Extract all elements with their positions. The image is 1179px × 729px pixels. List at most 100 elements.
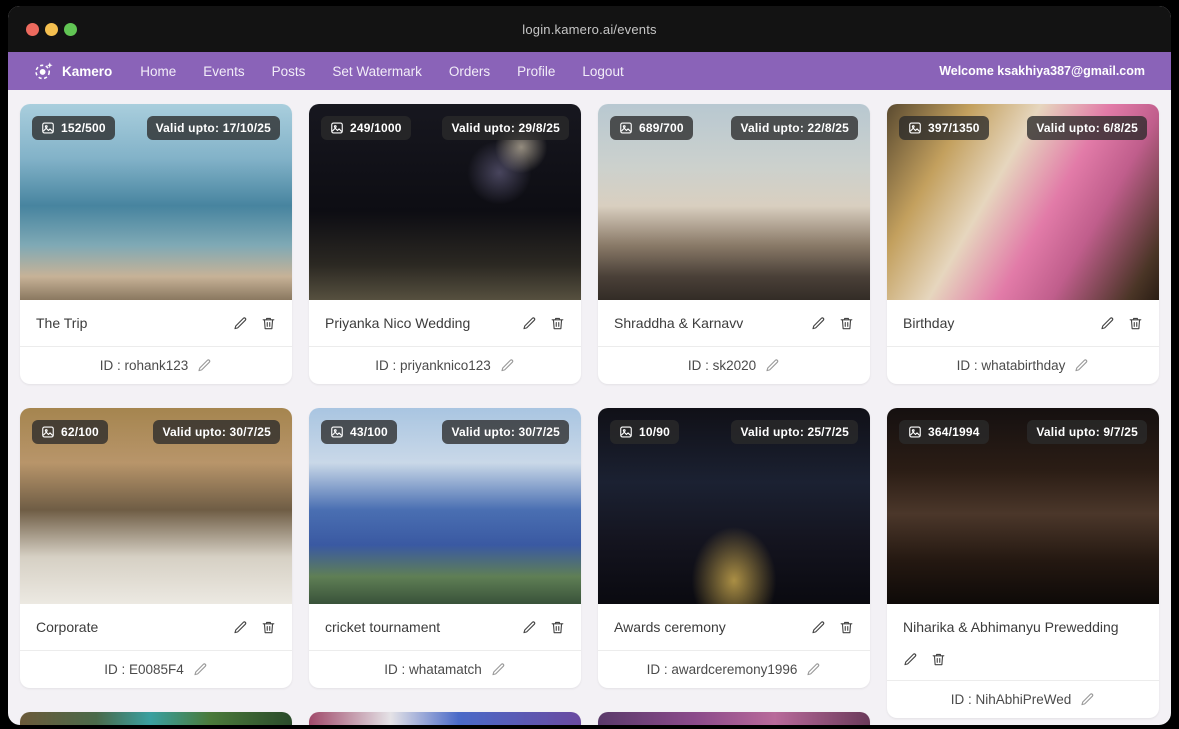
event-card-partial[interactable] — [20, 712, 292, 725]
event-cover-photo[interactable]: 152/500 Valid upto: 17/10/25 — [20, 104, 292, 300]
photo-count-badge: 689/700 — [610, 116, 693, 140]
event-cover-photo[interactable]: 397/1350 Valid upto: 6/8/25 — [887, 104, 1159, 300]
event-card: 397/1350 Valid upto: 6/8/25 Birthday ID … — [887, 104, 1159, 384]
photo-count-badge: 62/100 — [32, 420, 108, 444]
photo-count: 62/100 — [61, 425, 99, 439]
app-navbar: Kamero Home Events Posts Set Watermark O… — [8, 52, 1171, 90]
events-page: 152/500 Valid upto: 17/10/25 The Trip ID… — [8, 90, 1171, 725]
delete-event-button[interactable] — [931, 652, 946, 667]
photo-icon — [908, 425, 922, 439]
photo-count-badge: 397/1350 — [899, 116, 989, 140]
event-card-partial[interactable] — [309, 712, 581, 725]
photo-icon — [41, 121, 55, 135]
delete-event-button[interactable] — [550, 620, 565, 635]
edit-event-id-button[interactable] — [193, 662, 208, 677]
photo-icon — [41, 425, 55, 439]
edit-event-id-button[interactable] — [765, 358, 780, 373]
edit-event-button[interactable] — [903, 652, 918, 667]
edit-event-button[interactable] — [233, 316, 248, 331]
event-id-label: ID : NihAbhiPreWed — [951, 692, 1072, 707]
event-cover-photo[interactable]: 364/1994 Valid upto: 9/7/25 — [887, 408, 1159, 604]
edit-event-button[interactable] — [233, 620, 248, 635]
edit-event-button[interactable] — [811, 620, 826, 635]
event-title: Corporate — [36, 617, 98, 637]
photo-count-badge: 249/1000 — [321, 116, 411, 140]
delete-event-button[interactable] — [839, 620, 854, 635]
edit-event-id-button[interactable] — [1080, 692, 1095, 707]
event-card-partial[interactable] — [598, 712, 870, 725]
validity-badge: Valid upto: 9/7/25 — [1027, 420, 1147, 444]
photo-count: 364/1994 — [928, 425, 980, 439]
browser-titlebar: login.kamero.ai/events — [8, 6, 1171, 52]
nav-item-logout[interactable]: Logout — [582, 64, 623, 79]
event-card: 62/100 Valid upto: 30/7/25 Corporate ID … — [20, 408, 292, 688]
event-title: Birthday — [903, 313, 954, 333]
delete-event-button[interactable] — [1128, 316, 1143, 331]
edit-event-button[interactable] — [811, 316, 826, 331]
photo-count-badge: 152/500 — [32, 116, 115, 140]
event-card: 689/700 Valid upto: 22/8/25 Shraddha & K… — [598, 104, 870, 384]
edit-event-id-button[interactable] — [491, 662, 506, 677]
photo-icon — [908, 121, 922, 135]
brand-logo[interactable]: Kamero — [33, 60, 112, 82]
photo-icon — [330, 425, 344, 439]
event-cover-photo[interactable] — [309, 712, 581, 725]
nav-item-events[interactable]: Events — [203, 64, 244, 79]
validity-badge: Valid upto: 30/7/25 — [442, 420, 569, 444]
kamero-logo-icon — [33, 60, 55, 82]
welcome-user-label: Welcome ksakhiya387@gmail.com — [939, 64, 1145, 78]
photo-icon — [619, 425, 633, 439]
photo-count: 43/100 — [350, 425, 388, 439]
photo-count-badge: 364/1994 — [899, 420, 989, 444]
edit-event-id-button[interactable] — [197, 358, 212, 373]
brand-name: Kamero — [62, 64, 112, 79]
event-cover-photo[interactable]: 10/90 Valid upto: 25/7/25 — [598, 408, 870, 604]
edit-event-button[interactable] — [522, 316, 537, 331]
nav-item-posts[interactable]: Posts — [272, 64, 306, 79]
event-cover-photo[interactable]: 249/1000 Valid upto: 29/8/25 — [309, 104, 581, 300]
event-cover-photo[interactable] — [598, 712, 870, 725]
event-title: Priyanka Nico Wedding — [325, 313, 470, 333]
edit-event-button[interactable] — [1100, 316, 1115, 331]
delete-event-button[interactable] — [261, 620, 276, 635]
nav-item-set-watermark[interactable]: Set Watermark — [332, 64, 422, 79]
nav-item-home[interactable]: Home — [140, 64, 176, 79]
photo-count-badge: 10/90 — [610, 420, 679, 444]
edit-event-id-button[interactable] — [806, 662, 821, 677]
nav-menu: Home Events Posts Set Watermark Orders P… — [140, 64, 623, 79]
event-card: 152/500 Valid upto: 17/10/25 The Trip ID… — [20, 104, 292, 384]
event-id-label: ID : whatabirthday — [957, 358, 1066, 373]
photo-count-badge: 43/100 — [321, 420, 397, 444]
photo-icon — [330, 121, 344, 135]
address-bar[interactable]: login.kamero.ai/events — [8, 22, 1171, 37]
nav-item-profile[interactable]: Profile — [517, 64, 555, 79]
delete-event-button[interactable] — [550, 316, 565, 331]
photo-count: 10/90 — [639, 425, 670, 439]
edit-event-id-button[interactable] — [500, 358, 515, 373]
event-id-label: ID : priyanknico123 — [375, 358, 491, 373]
validity-badge: Valid upto: 25/7/25 — [731, 420, 858, 444]
event-id-label: ID : whatamatch — [384, 662, 482, 677]
event-cover-photo[interactable]: 43/100 Valid upto: 30/7/25 — [309, 408, 581, 604]
validity-badge: Valid upto: 22/8/25 — [731, 116, 858, 140]
event-title: Niharika & Abhimanyu Prewedding — [903, 617, 1143, 637]
edit-event-button[interactable] — [522, 620, 537, 635]
event-id-label: ID : sk2020 — [688, 358, 756, 373]
event-cover-photo[interactable]: 62/100 Valid upto: 30/7/25 — [20, 408, 292, 604]
validity-badge: Valid upto: 30/7/25 — [153, 420, 280, 444]
photo-count: 689/700 — [639, 121, 684, 135]
event-card: 10/90 Valid upto: 25/7/25 Awards ceremon… — [598, 408, 870, 688]
nav-item-orders[interactable]: Orders — [449, 64, 490, 79]
event-cover-photo[interactable]: 689/700 Valid upto: 22/8/25 — [598, 104, 870, 300]
edit-event-id-button[interactable] — [1074, 358, 1089, 373]
event-cover-photo[interactable] — [20, 712, 292, 725]
event-card: 249/1000 Valid upto: 29/8/25 Priyanka Ni… — [309, 104, 581, 384]
event-id-label: ID : rohank123 — [100, 358, 189, 373]
validity-badge: Valid upto: 17/10/25 — [147, 116, 280, 140]
delete-event-button[interactable] — [261, 316, 276, 331]
event-card: 43/100 Valid upto: 30/7/25 cricket tourn… — [309, 408, 581, 688]
delete-event-button[interactable] — [839, 316, 854, 331]
photo-count: 152/500 — [61, 121, 106, 135]
browser-window: login.kamero.ai/events Kamero Home Event… — [8, 6, 1171, 725]
event-title: The Trip — [36, 313, 87, 333]
